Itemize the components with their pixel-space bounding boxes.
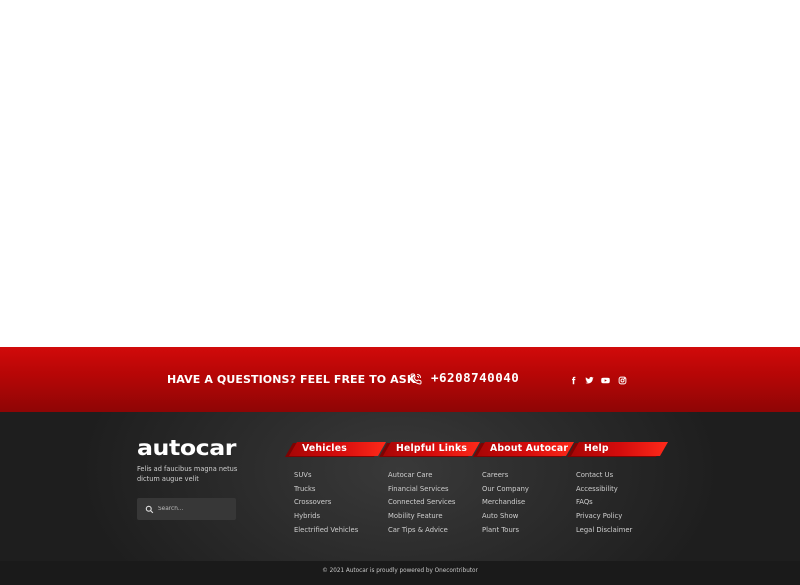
autocar-logo[interactable]: autocar [137,437,237,459]
column-heading-help: Help [571,442,668,456]
copyright-bar: © 2021 Autocar is proudly powered by One… [0,561,800,585]
footer-link-connected-services[interactable]: Connected Services [388,496,480,510]
footer-link-faqs[interactable]: FAQs [576,496,668,510]
logo-wordmark: autocar [137,437,237,459]
search-input[interactable] [158,506,228,512]
footer-link-auto-show[interactable]: Auto Show [482,510,574,524]
footer-link-contact-us[interactable]: Contact Us [576,469,668,483]
footer-link-mobility-feature[interactable]: Mobility Feature [388,510,480,524]
column-title: Vehicles [302,443,347,454]
footer-link-plant-tours[interactable]: Plant Tours [482,524,574,538]
vehicles-links: SUVs Trucks Crossovers Hybrids Electrifi… [294,469,386,537]
facebook-icon[interactable] [568,375,578,385]
footer-link-car-tips-advice[interactable]: Car Tips & Advice [388,524,480,538]
help-links: Contact Us Accessibility FAQs Privacy Po… [576,469,668,537]
column-heading-helpful-links: Helpful Links [383,442,480,456]
column-heading-vehicles: Vehicles [289,442,386,456]
footer-link-legal-disclaimer[interactable]: Legal Disclaimer [576,524,668,538]
footer-link-crossovers[interactable]: Crossovers [294,496,386,510]
column-title: Helpful Links [396,443,468,454]
phone-number-link[interactable]: +6208740040 [431,370,519,385]
footer-link-trucks[interactable]: Trucks [294,483,386,497]
column-heading-about-autocar: About Autocar [477,442,574,456]
youtube-icon[interactable] [600,375,610,385]
about-autocar-links: Careers Our Company Merchandise Auto Sho… [482,469,574,537]
footer-link-suvs[interactable]: SUVs [294,469,386,483]
site-footer: autocar Felis ad faucibus magna netus di… [0,412,800,585]
footer-link-our-company[interactable]: Our Company [482,483,574,497]
footer-link-financial-services[interactable]: Financial Services [388,483,480,497]
footer-link-autocar-care[interactable]: Autocar Care [388,469,480,483]
blank-content-area [0,0,800,347]
helpful-links: Autocar Care Financial Services Connecte… [388,469,480,537]
phone-icon [410,373,422,385]
copyright-text: © 2021 Autocar is proudly powered by One… [322,568,478,574]
footer-link-merchandise[interactable]: Merchandise [482,496,574,510]
footer-link-privacy-policy[interactable]: Privacy Policy [576,510,668,524]
instagram-icon[interactable] [617,375,627,385]
footer-link-accessibility[interactable]: Accessibility [576,483,668,497]
column-title: About Autocar [490,443,569,454]
column-title: Help [584,443,609,454]
cta-title: HAVE A QUESTIONS? FEEL FREE TO ASK [167,373,416,386]
footer-link-hybrids[interactable]: Hybrids [294,510,386,524]
contact-cta-banner: HAVE A QUESTIONS? FEEL FREE TO ASK +6208… [0,347,800,412]
search-icon[interactable] [145,505,154,514]
footer-link-electrified-vehicles[interactable]: Electrified Vehicles [294,524,386,538]
footer-link-careers[interactable]: Careers [482,469,574,483]
footer-tagline: Felis ad faucibus magna netus dictum aug… [137,465,238,483]
search-box [137,498,236,520]
twitter-icon[interactable] [584,375,594,385]
